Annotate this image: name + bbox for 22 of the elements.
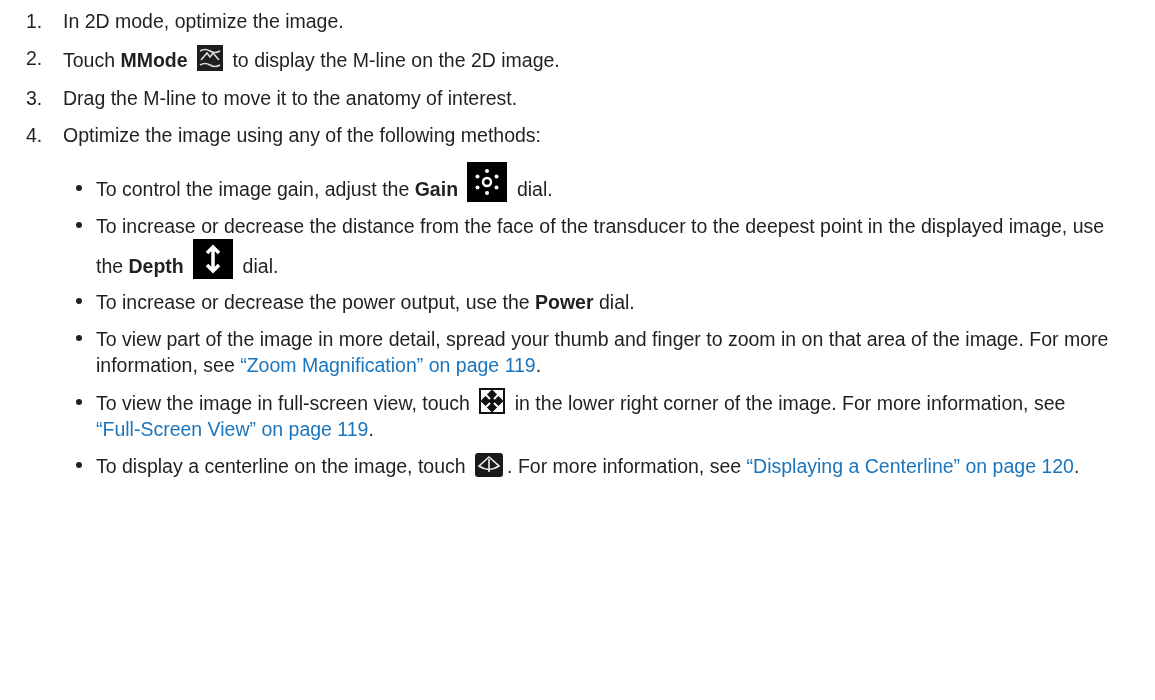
bullet-text: To display a centerline on the image, touch . For more information, see “Displaying a Centerline” on page 120. bbox=[96, 452, 1080, 479]
sun-icon bbox=[467, 162, 508, 203]
wave-mountain-icon bbox=[197, 45, 224, 72]
bullet-text: To increase or decrease the power output, use the Power dial. bbox=[96, 290, 635, 316]
expand-arrows-icon bbox=[479, 388, 506, 415]
step-number: 1. bbox=[26, 9, 44, 34]
page-link[interactable]: “Full-Screen View” on page 119 bbox=[96, 418, 369, 441]
bullet-text: To control the image gain, adjust the Gain dial. bbox=[96, 162, 553, 203]
step-text: Drag the M-line to move it to the anatomy of interest. bbox=[63, 85, 518, 111]
bullet-text: To view the image in full-screen view, touch in the lower right corner of the image. For more information, see “Full-Screen View” on page 119. bbox=[96, 388, 1125, 443]
page-link[interactable]: “Zoom Magnification” on page 119 bbox=[240, 353, 536, 376]
bullet-text: To view part of the image in more detail, spread your thumb and finger to zoom in on that area of the image. For more information, see “Zoom Magnification” on page 119. bbox=[96, 326, 1110, 378]
page-link[interactable]: “Displaying a Centerline” on page 120 bbox=[746, 454, 1074, 477]
step-text: Optimize the image using any of the following methods: bbox=[63, 122, 541, 148]
bullet-text: To increase or decrease the distance from the face of the transducer to the deepest point in the displayed image, use the Depth dial. bbox=[96, 213, 1106, 280]
step-number: 3. bbox=[26, 85, 44, 111]
step-number: 2. bbox=[26, 46, 44, 72]
step-text: In 2D mode, optimize the image. bbox=[63, 9, 344, 34]
centerline-icon bbox=[475, 452, 504, 477]
vertical-arrows-icon bbox=[193, 238, 234, 279]
step-number: 4. bbox=[26, 122, 44, 148]
step-text: Touch MMode to display the M-line on the 2D image. bbox=[63, 45, 560, 74]
